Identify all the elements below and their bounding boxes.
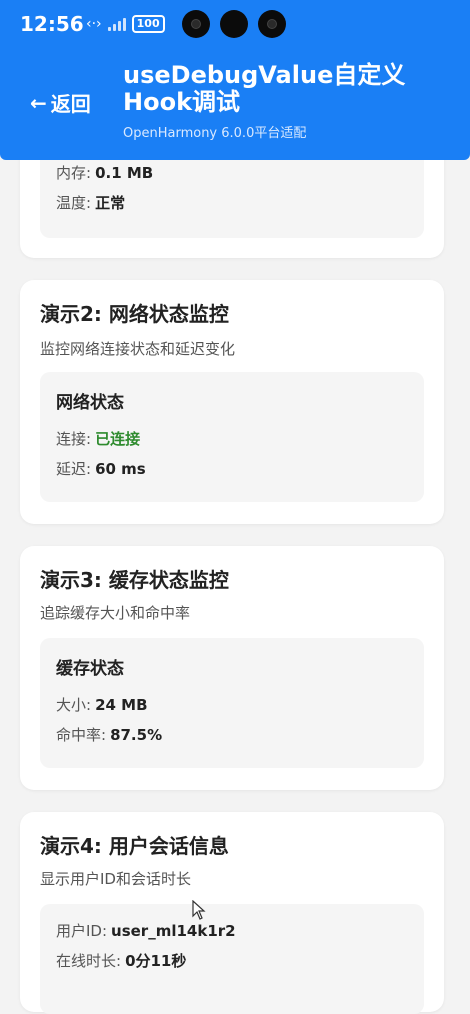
demo3-card: 演示3: 缓存状态监控 追踪缓存大小和命中率 缓存状态 大小: 24 MB 命中率…	[20, 546, 444, 790]
page-subtitle: OpenHarmony 6.0.0平台适配	[123, 126, 307, 141]
cache-size-value: 24 MB	[95, 696, 148, 714]
title-block: useDebugValue自定义Hook调试 OpenHarmony 6.0.0…	[123, 61, 423, 142]
sensor-icon	[220, 10, 248, 38]
demo4-card: 演示4: 用户会话信息 显示用户ID和会话时长 用户ID: user_ml14k1…	[20, 812, 444, 1014]
demo4-description: 显示用户ID和会话时长	[40, 870, 191, 888]
demo2-card: 演示2: 网络状态监控 监控网络连接状态和延迟变化 网络状态 连接: 已连接 延迟…	[20, 280, 444, 524]
data-transfer-icon: ‹·›	[86, 16, 102, 32]
network-status-panel: 网络状态 连接: 已连接 延迟: 60 ms	[40, 372, 424, 502]
cache-status-panel: 缓存状态 大小: 24 MB 命中率: 87.5%	[40, 638, 424, 768]
demo2-title: 演示2: 网络状态监控	[40, 302, 229, 326]
temperature-label: 温度:	[56, 194, 92, 212]
cache-size-label: 大小:	[56, 696, 92, 714]
network-status-title: 网络状态	[56, 393, 124, 413]
session-info-panel: 用户ID: user_ml14k1r2 在线时长: 0分11秒	[40, 904, 424, 1014]
memory-row: 内存: 0.1 MB	[56, 162, 153, 183]
online-duration-label: 在线时长:	[56, 952, 122, 970]
hit-rate-value: 87.5%	[110, 726, 163, 744]
back-arrow-icon: ←	[30, 90, 47, 115]
user-id-row: 用户ID: user_ml14k1r2	[56, 920, 236, 941]
connection-label: 连接:	[56, 430, 92, 448]
page-title: useDebugValue自定义Hook调试	[123, 61, 406, 116]
status-time: 12:56	[20, 12, 84, 36]
camera-cutouts	[182, 10, 286, 38]
cache-size-row: 大小: 24 MB	[56, 694, 148, 715]
status-icons: ‹·› 100	[86, 15, 165, 33]
temperature-row: 温度: 正常	[56, 192, 125, 213]
demo4-title: 演示4: 用户会话信息	[40, 834, 229, 858]
memory-label: 内存:	[56, 164, 92, 182]
latency-label: 延迟:	[56, 460, 92, 478]
battery-icon: 100	[131, 15, 165, 33]
camera-icon	[182, 10, 210, 38]
connection-value: 已连接	[95, 430, 141, 448]
user-id-label: 用户ID:	[56, 922, 108, 940]
online-duration-value: 0分11秒	[125, 952, 187, 970]
temperature-value: 正常	[95, 194, 126, 212]
online-duration-row: 在线时长: 0分11秒	[56, 950, 186, 971]
memory-value: 0.1 MB	[95, 164, 154, 182]
back-button[interactable]: ← 返回	[30, 88, 91, 117]
camera-icon	[258, 10, 286, 38]
cache-status-title: 缓存状态	[56, 659, 124, 679]
status-bar: 12:56 ‹·› 100	[0, 0, 470, 52]
app-header: 12:56 ‹·› 100 ← 返回 useDebugValue自定义Hook调…	[0, 0, 470, 160]
mouse-cursor-icon	[192, 900, 206, 920]
latency-row: 延迟: 60 ms	[56, 458, 146, 479]
demo2-description: 监控网络连接状态和延迟变化	[40, 340, 236, 358]
user-id-value: user_ml14k1r2	[111, 922, 236, 940]
hit-rate-row: 命中率: 87.5%	[56, 724, 162, 745]
back-label: 返回	[50, 92, 91, 116]
latency-value: 60 ms	[95, 460, 146, 478]
signal-icon	[107, 17, 126, 31]
demo3-title: 演示3: 缓存状态监控	[40, 568, 229, 592]
hit-rate-label: 命中率:	[56, 726, 107, 744]
connection-row: 连接: 已连接	[56, 428, 140, 449]
demo3-description: 追踪缓存大小和命中率	[40, 604, 191, 622]
